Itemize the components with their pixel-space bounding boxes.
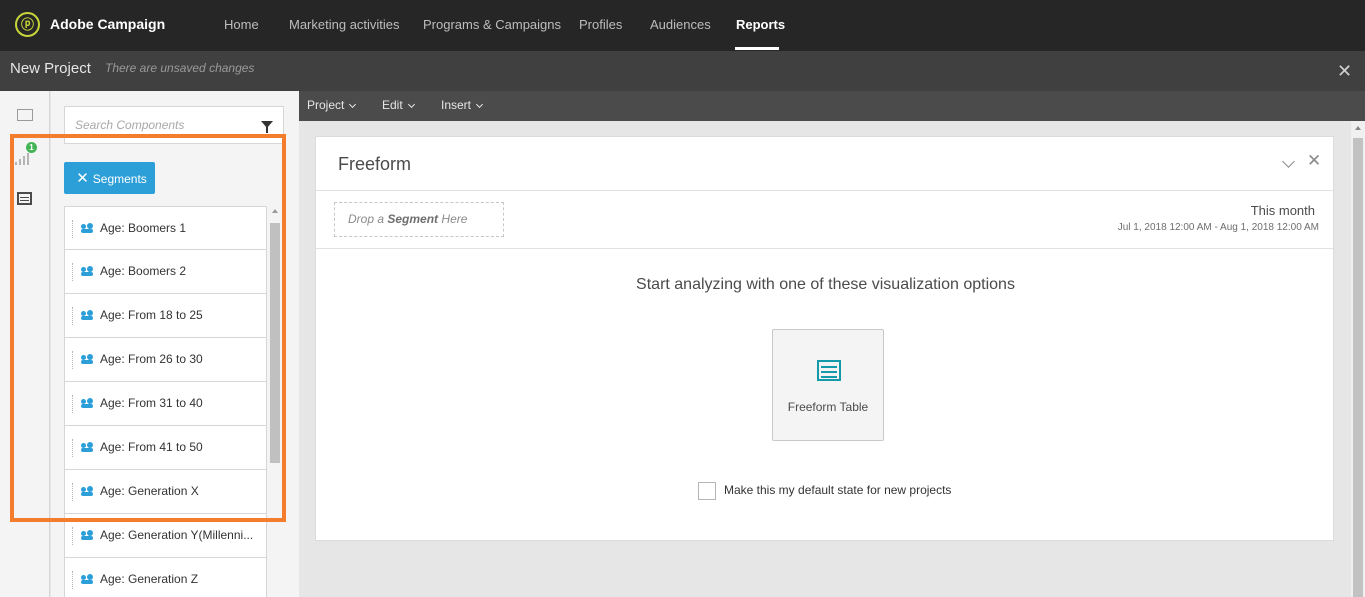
segment-list-item[interactable]: Age: Boomers 2	[64, 250, 267, 294]
adobe-campaign-logo[interactable]: ⓟ	[15, 12, 40, 37]
segments-filter-chip[interactable]: ✕ Segments	[64, 162, 155, 194]
segment-label: Age: Generation Y(Millenni...	[100, 528, 254, 542]
freeform-panel: Freeform ✕ Drop a Segment Here This mont…	[315, 136, 1335, 541]
divider	[316, 248, 1335, 249]
segment-icon	[81, 223, 93, 233]
freeform-table-option[interactable]: Freeform Table	[772, 329, 884, 441]
chevron-down-icon	[407, 100, 415, 109]
segment-list-item[interactable]: Age: Generation Z	[64, 558, 267, 597]
segment-list-item[interactable]: Age: From 41 to 50	[64, 426, 267, 470]
start-prompt: Start analyzing with one of these visual…	[636, 276, 1015, 293]
nav-programs-campaigns[interactable]: Programs & Campaigns	[423, 17, 561, 32]
nav-reports[interactable]: Reports	[736, 17, 785, 32]
menu-edit[interactable]: Edit	[382, 98, 415, 112]
segment-label: Age: Generation Z	[100, 572, 199, 586]
components-icon[interactable]	[17, 192, 32, 205]
brand-name: Adobe Campaign	[50, 16, 166, 32]
drag-handle-icon[interactable]	[72, 263, 74, 281]
segment-list-item[interactable]: Age: From 18 to 25	[64, 294, 267, 338]
segment-list-scroll-thumb[interactable]	[270, 223, 280, 463]
canvas-scroll-thumb[interactable]	[1353, 138, 1363, 597]
project-title[interactable]: New Project	[10, 60, 91, 77]
chevron-down-icon	[349, 100, 357, 109]
filter-icon[interactable]	[261, 121, 273, 133]
segment-list-item[interactable]: Age: Generation X	[64, 470, 267, 514]
table-icon	[817, 360, 841, 381]
metrics-badge: 1	[26, 142, 37, 153]
drag-handle-icon[interactable]	[72, 483, 74, 501]
components-panel: Search Components ✕ Segments Age: Boomers…	[51, 91, 299, 597]
drag-handle-icon[interactable]	[72, 220, 74, 238]
segment-icon	[81, 574, 93, 584]
segment-list-item[interactable]: Age: From 26 to 30	[64, 338, 267, 382]
segment-list-item[interactable]: Age: Generation Y(Millenni...	[64, 514, 267, 558]
segment-list-item[interactable]: Age: From 31 to 40	[64, 382, 267, 426]
divider	[316, 190, 1335, 191]
segment-icon	[81, 354, 93, 364]
freeform-table-label: Freeform Table	[787, 400, 869, 414]
segment-drop-zone[interactable]: Drop a Segment Here	[334, 202, 504, 237]
drag-handle-icon[interactable]	[72, 571, 74, 589]
date-range-label[interactable]: This month	[1251, 203, 1315, 218]
chevron-down-icon	[475, 100, 484, 109]
close-project-icon[interactable]: ✕	[1337, 61, 1352, 81]
unsaved-status: There are unsaved changes	[105, 61, 255, 75]
default-state-label[interactable]: Make this my default state for new proje…	[724, 483, 951, 497]
segment-icon	[81, 310, 93, 320]
project-canvas: Freeform ✕ Drop a Segment Here This mont…	[299, 121, 1351, 597]
nav-home[interactable]: Home	[224, 17, 259, 32]
segment-label: Age: From 26 to 30	[100, 352, 203, 366]
segment-label: Age: From 41 to 50	[100, 440, 203, 454]
segment-list-item[interactable]: Age: Boomers 1	[64, 206, 267, 250]
segment-label: Age: Boomers 2	[100, 264, 187, 278]
close-panel-icon[interactable]: ✕	[1307, 151, 1321, 171]
segment-list: Age: Boomers 1 Age: Boomers 2 Age: From 18…	[64, 206, 267, 597]
drag-handle-icon[interactable]	[72, 439, 74, 457]
segment-icon	[81, 442, 93, 452]
segment-icon	[81, 266, 93, 276]
scroll-up-icon[interactable]	[1355, 126, 1361, 130]
left-rail: 1	[0, 91, 50, 597]
top-nav: ⓟ Adobe Campaign Home Marketing activiti…	[0, 0, 1365, 51]
segment-label: Age: From 18 to 25	[100, 308, 203, 322]
segment-label: Age: From 31 to 40	[100, 396, 203, 410]
segment-label: Age: Boomers 1	[100, 221, 187, 235]
drag-handle-icon[interactable]	[72, 307, 74, 325]
drag-handle-icon[interactable]	[72, 527, 74, 545]
segment-icon	[81, 486, 93, 496]
drag-handle-icon[interactable]	[72, 351, 74, 369]
collapse-chevron-icon[interactable]	[1282, 155, 1295, 168]
menu-insert[interactable]: Insert	[441, 98, 484, 112]
nav-audiences[interactable]: Audiences	[650, 17, 711, 32]
project-bar: New Project There are unsaved changes ✕	[0, 51, 1365, 91]
menu-project[interactable]: Project	[307, 98, 357, 112]
panel-title[interactable]: Freeform	[338, 154, 411, 175]
panels-icon[interactable]	[17, 109, 33, 121]
scroll-up-icon[interactable]	[272, 209, 278, 213]
segments-chip-label: Segments	[92, 172, 147, 186]
segment-icon	[81, 398, 93, 408]
date-range-value[interactable]: Jul 1, 2018 12:00 AM - Aug 1, 2018 12:00…	[1118, 222, 1319, 233]
nav-profiles[interactable]: Profiles	[579, 17, 622, 32]
segment-icon	[81, 530, 93, 540]
nav-marketing-activities[interactable]: Marketing activities	[289, 17, 400, 32]
segment-label: Age: Generation X	[100, 484, 199, 498]
search-components-field[interactable]: Search Components	[64, 106, 284, 144]
default-state-checkbox[interactable]	[698, 482, 716, 500]
drag-handle-icon[interactable]	[72, 395, 74, 413]
project-menubar: Project Edit Insert	[299, 91, 1365, 121]
search-placeholder: Search Components	[75, 118, 185, 132]
active-nav-indicator	[735, 47, 779, 50]
remove-icon[interactable]: ✕	[76, 170, 89, 187]
metrics-icon[interactable]	[15, 153, 31, 165]
